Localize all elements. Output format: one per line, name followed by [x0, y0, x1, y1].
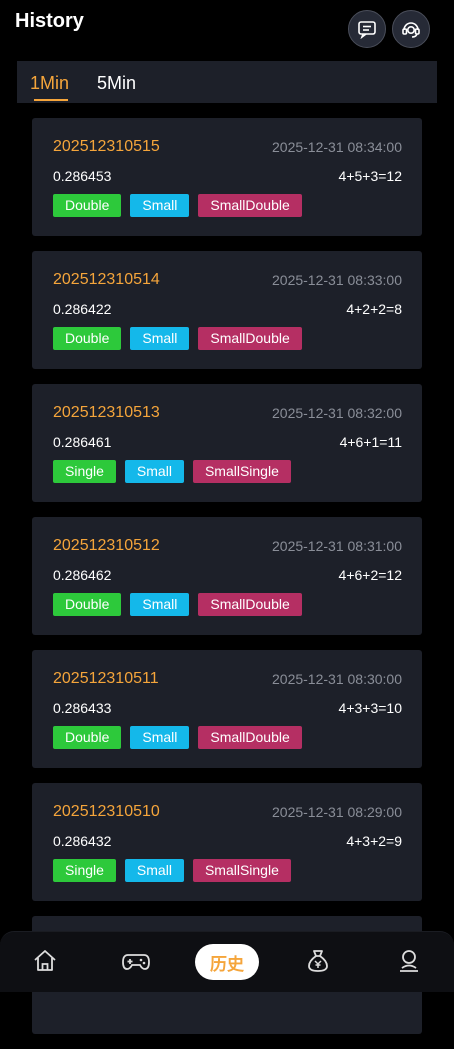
- parity-tag: Double: [53, 194, 122, 217]
- period-number: 202512310512: [53, 537, 160, 554]
- active-tab-indicator: [34, 99, 68, 101]
- draw-time: 2025-12-31 08:30:00: [272, 671, 402, 687]
- size-tag: Small: [130, 327, 190, 350]
- draw-time: 2025-12-31 08:29:00: [272, 804, 402, 820]
- draw-sum: 4+3+2=9: [346, 833, 402, 849]
- draw-value: 0.286432: [53, 833, 112, 849]
- draw-time: 2025-12-31 08:33:00: [272, 272, 402, 288]
- draw-value: 0.286461: [53, 434, 112, 450]
- combo-tag: SmallDouble: [198, 593, 302, 616]
- draw-time: 2025-12-31 08:31:00: [272, 538, 402, 554]
- draw-sum: 4+6+2=12: [338, 567, 402, 583]
- draw-sum: 4+5+3=12: [338, 168, 402, 184]
- history-card[interactable]: 202512310511 2025-12-31 08:30:00 0.28643…: [32, 650, 422, 768]
- size-tag: Small: [130, 726, 190, 749]
- draw-value: 0.286453: [53, 168, 112, 184]
- money-bag-icon: [308, 950, 328, 972]
- history-card[interactable]: 202512310515 2025-12-31 08:34:00 0.28645…: [32, 118, 422, 236]
- combo-tag: SmallSingle: [192, 460, 291, 483]
- period-number: 202512310514: [53, 271, 160, 288]
- nav-history[interactable]: 历史: [195, 944, 259, 980]
- draw-value: 0.286462: [53, 567, 112, 583]
- size-tag: Small: [130, 194, 190, 217]
- parity-tag: Single: [53, 859, 116, 882]
- customer-service-button[interactable]: [392, 10, 430, 48]
- history-list: 202512310515 2025-12-31 08:34:00 0.28645…: [32, 118, 422, 1049]
- history-card[interactable]: 202512310513 2025-12-31 08:32:00 0.28646…: [32, 384, 422, 502]
- draw-sum: 4+3+3=10: [338, 700, 402, 716]
- home-icon: [34, 950, 56, 971]
- parity-tag: Double: [53, 593, 122, 616]
- message-icon: [358, 21, 376, 39]
- history-card[interactable]: 202512310512 2025-12-31 08:31:00 0.28646…: [32, 517, 422, 635]
- period-number: 202512310513: [53, 404, 160, 421]
- tab-5min[interactable]: 5Min: [97, 73, 136, 94]
- header: History: [0, 0, 454, 60]
- size-tag: Small: [124, 460, 184, 483]
- page-title: History: [15, 10, 84, 32]
- draw-time: 2025-12-31 08:32:00: [272, 405, 402, 421]
- user-icon: [400, 950, 418, 972]
- size-tag: Small: [130, 593, 190, 616]
- tab-1min[interactable]: 1Min: [30, 73, 69, 94]
- combo-tag: SmallDouble: [198, 726, 302, 749]
- customer-service-icon: [402, 22, 420, 38]
- bottom-nav: 历史: [0, 931, 454, 992]
- history-card[interactable]: 202512310514 2025-12-31 08:33:00 0.28642…: [32, 251, 422, 369]
- parity-tag: Double: [53, 327, 122, 350]
- period-number: 202512310515: [53, 138, 160, 155]
- nav-profile[interactable]: [394, 946, 424, 976]
- draw-value: 0.286422: [53, 301, 112, 317]
- period-number: 202512310511: [53, 670, 159, 687]
- size-tag: Small: [124, 859, 184, 882]
- draw-sum: 4+6+1=11: [339, 434, 402, 450]
- combo-tag: SmallSingle: [192, 859, 291, 882]
- message-button[interactable]: [348, 10, 386, 48]
- combo-tag: SmallDouble: [198, 327, 302, 350]
- draw-value: 0.286433: [53, 700, 112, 716]
- draw-time: 2025-12-31 08:34:00: [272, 139, 402, 155]
- combo-tag: SmallDouble: [198, 194, 302, 217]
- draw-sum: 4+2+2=8: [346, 301, 402, 317]
- nav-game[interactable]: [121, 946, 151, 976]
- nav-home[interactable]: [30, 946, 60, 976]
- period-tabs: 1Min 5Min: [17, 61, 437, 103]
- period-number: 202512310510: [53, 803, 160, 820]
- parity-tag: Single: [53, 460, 116, 483]
- history-card[interactable]: 202512310510 2025-12-31 08:29:00 0.28643…: [32, 783, 422, 901]
- gamepad-icon: [122, 954, 150, 970]
- parity-tag: Double: [53, 726, 122, 749]
- nav-wallet[interactable]: [303, 946, 333, 976]
